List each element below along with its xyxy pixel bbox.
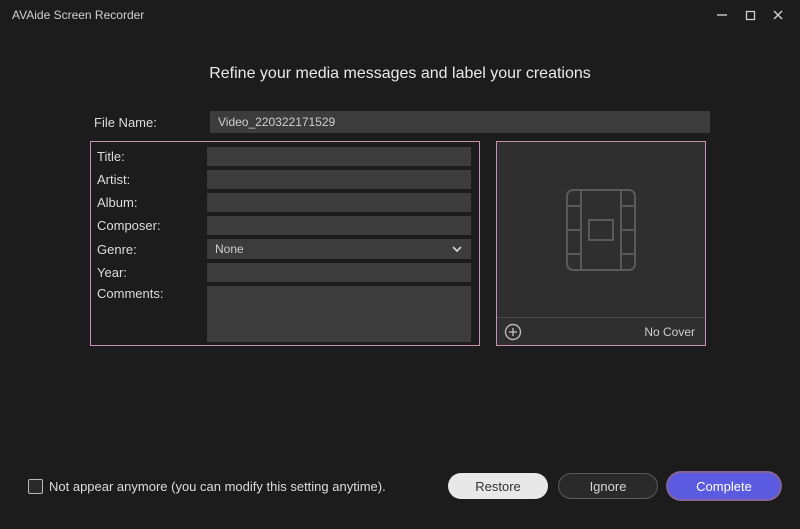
input-title[interactable]	[207, 147, 471, 166]
input-comments[interactable]	[207, 286, 471, 342]
cover-bar: No Cover	[497, 317, 705, 345]
input-year[interactable]	[207, 263, 471, 282]
content-area: Refine your media messages and label you…	[0, 30, 800, 346]
label-composer: Composer:	[95, 218, 199, 233]
row-composer: Composer:	[95, 216, 471, 235]
page-heading: Refine your media messages and label you…	[90, 65, 710, 83]
complete-button[interactable]: Complete	[668, 473, 780, 499]
minimize-button[interactable]	[708, 1, 736, 29]
row-year: Year:	[95, 263, 471, 282]
footer: Not appear anymore (you can modify this …	[0, 473, 800, 499]
label-year: Year:	[95, 265, 199, 280]
label-comments: Comments:	[95, 286, 199, 301]
panels: Title: Artist: Album: Composer: Genre: N…	[90, 141, 710, 346]
not-appear-checkbox[interactable]	[28, 479, 43, 494]
row-genre: Genre: None	[95, 239, 471, 259]
select-genre-value: None	[215, 242, 244, 256]
filename-label: File Name:	[90, 115, 198, 130]
filename-input[interactable]	[210, 111, 710, 133]
filename-row: File Name:	[90, 111, 710, 133]
input-artist[interactable]	[207, 170, 471, 189]
window-title: AVAide Screen Recorder	[12, 8, 144, 22]
cover-panel: No Cover	[496, 141, 706, 346]
cover-placeholder	[497, 142, 705, 317]
not-appear-text: Not appear anymore (you can modify this …	[49, 479, 386, 494]
no-cover-text: No Cover	[644, 325, 695, 339]
close-button[interactable]	[764, 1, 792, 29]
row-album: Album:	[95, 193, 471, 212]
label-genre: Genre:	[95, 242, 199, 257]
titlebar: AVAide Screen Recorder	[0, 0, 800, 30]
input-composer[interactable]	[207, 216, 471, 235]
select-genre[interactable]: None	[207, 239, 471, 259]
ignore-button[interactable]: Ignore	[558, 473, 658, 499]
restore-button[interactable]: Restore	[448, 473, 548, 499]
not-appear-checkbox-label[interactable]: Not appear anymore (you can modify this …	[28, 479, 386, 494]
input-album[interactable]	[207, 193, 471, 212]
label-artist: Artist:	[95, 172, 199, 187]
row-artist: Artist:	[95, 170, 471, 189]
maximize-button[interactable]	[736, 1, 764, 29]
film-icon	[553, 182, 649, 278]
metadata-panel: Title: Artist: Album: Composer: Genre: N…	[90, 141, 480, 346]
chevron-down-icon	[451, 243, 463, 255]
row-title: Title:	[95, 147, 471, 166]
add-cover-button[interactable]	[503, 322, 523, 342]
label-title: Title:	[95, 149, 199, 164]
label-album: Album:	[95, 195, 199, 210]
plus-circle-icon	[504, 323, 522, 341]
row-comments: Comments:	[95, 286, 471, 342]
